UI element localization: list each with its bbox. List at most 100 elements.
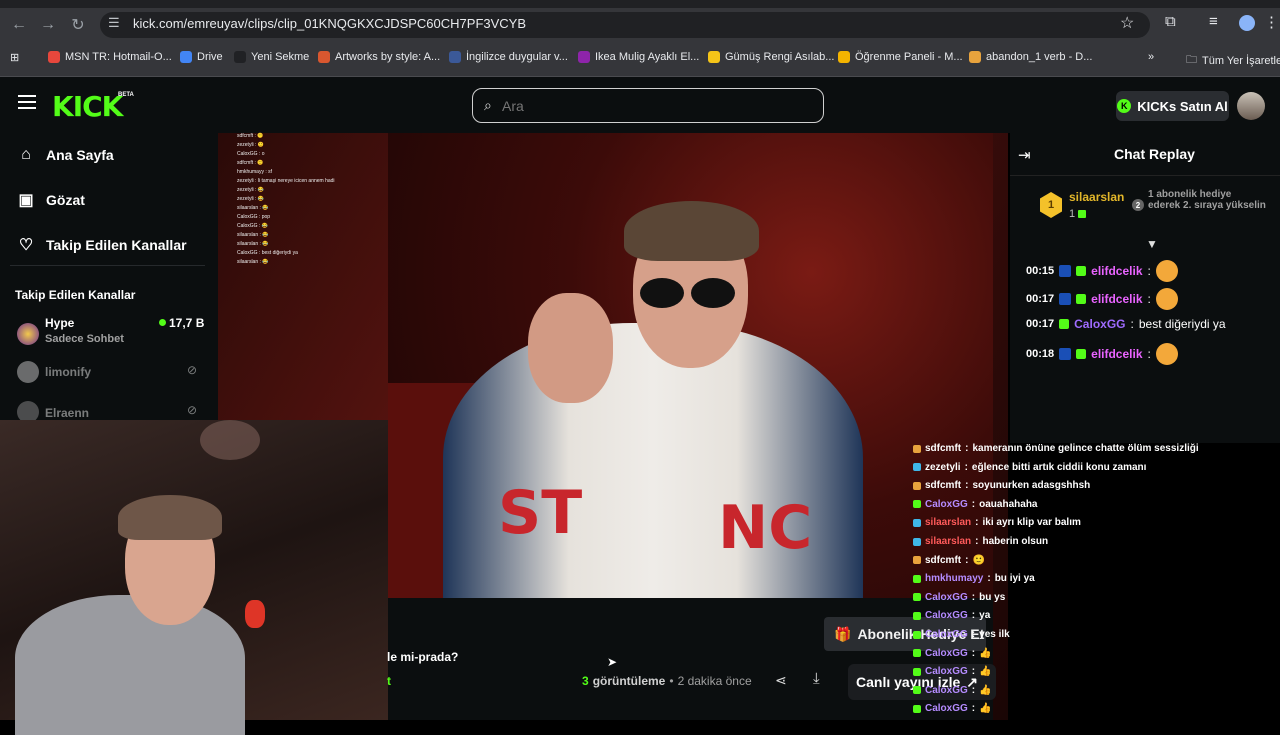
chat-title: Chat Replay — [1114, 146, 1195, 162]
overlay-chat-line: sdfcmft: 🙂 — [913, 555, 985, 566]
mini-chat-line: silaarslan : 😂 — [237, 205, 269, 211]
profile-icon[interactable] — [1239, 15, 1255, 31]
bookmark-item[interactable]: MSN TR: Hotmail-O... — [48, 51, 172, 63]
share-icon[interactable]: ⋖ — [775, 672, 787, 689]
overlay-colon: : — [971, 703, 976, 715]
following-section-title: Takip Edilen Kanallar — [15, 288, 136, 302]
view-count: 3 — [582, 674, 589, 688]
bookmark-label: Artworks by style: A... — [335, 51, 441, 63]
cat-emote-icon — [1155, 260, 1178, 282]
site-info-icon[interactable]: ☰ — [108, 15, 120, 31]
mini-chat-line: zezetyli : 😂 — [237, 196, 265, 202]
sunglasses-left — [640, 278, 684, 308]
chat-username[interactable]: elifdcelik — [1091, 264, 1142, 278]
overlay-username: sdfcmft — [925, 554, 962, 566]
overlay-text: oauahahaha — [979, 498, 1038, 510]
overlay-colon: : — [975, 536, 979, 547]
bookmark-item[interactable]: Artworks by style: A... — [318, 51, 440, 63]
bookmark-star-icon[interactable]: ☆ — [1120, 13, 1134, 33]
chat-message: 00:17 CaloxGG: best diğeriydi ya — [1026, 317, 1226, 331]
buy-kicks-button[interactable]: K KICKs Satın Al — [1116, 91, 1229, 121]
clip-title: le mi-prada? — [387, 650, 459, 664]
sidebar-item-browse[interactable]: ▣ Gözat — [18, 190, 85, 210]
bookmark-item[interactable]: Öğrenme Paneli - M... — [838, 51, 963, 63]
bookmark-item[interactable]: Yeni Sekme — [234, 51, 309, 63]
bookmark-item[interactable]: Drive — [180, 51, 223, 63]
home-icon: ⌂ — [21, 146, 31, 163]
mini-chat-line: sdfcmft : 😶 — [237, 133, 264, 139]
overlay-chat-line: sdfcmft: kameranın önüne gelince chatte ö… — [913, 443, 1199, 454]
collapse-chat-icon[interactable]: ⇥ — [1018, 146, 1031, 164]
overlay-colon: : — [965, 480, 969, 492]
overlay-username: CaloxGG — [925, 610, 968, 622]
folder-icon: 🗀 — [1186, 54, 1197, 66]
mini-chat-line: CaloxGG : best diğeriydi ya — [237, 250, 298, 256]
overlay-badge-icon — [913, 630, 921, 639]
top-gifter-count: 1 — [1069, 208, 1076, 220]
overlay-badge-icon — [913, 649, 921, 658]
channel-avatar — [17, 323, 39, 345]
jacket-letters-right: NC — [718, 493, 813, 563]
bookmark-item[interactable]: abandon_1 verb - D... — [969, 51, 1092, 63]
overlay-chat-line: CaloxGG: yes ilk — [913, 629, 1010, 640]
person-hand — [528, 293, 613, 403]
overlay-text: eğlence bitti artık ciddii konu zamanı — [971, 461, 1147, 473]
url-text[interactable]: kick.com/emreuyav/clips/clip_01KNQGKXCJD… — [133, 16, 526, 31]
chat-username[interactable]: elifdcelik — [1091, 347, 1142, 361]
view-label: görüntüleme — [592, 674, 666, 688]
reload-icon[interactable]: ↻ — [64, 8, 92, 42]
chat-filter-icon[interactable]: ▼ — [1146, 237, 1158, 251]
user-avatar[interactable] — [1237, 92, 1265, 120]
mini-chat-line: silaarslan : 😂 — [237, 241, 269, 247]
apps-icon[interactable]: ⊞ — [10, 51, 19, 64]
mouse-cursor: ➤ — [607, 655, 618, 669]
kick-logo[interactable]: KICK — [52, 90, 123, 123]
chat-colon: : — [1147, 292, 1151, 306]
clip-channel-link[interactable]: t — [387, 674, 391, 688]
kicks-coin-icon: K — [1117, 99, 1132, 113]
browse-icon: ▣ — [18, 192, 34, 209]
overlay-badge-icon — [913, 611, 921, 620]
menu-icon[interactable]: ⋮ — [1264, 13, 1279, 31]
overlay-text: 🙂 — [972, 554, 985, 566]
bookmark-favicon-icon — [234, 51, 246, 63]
sidebar-item-label: Gözat — [46, 192, 85, 208]
overlay-badge-icon — [913, 463, 921, 472]
overlay-badge-icon — [913, 686, 921, 695]
download-icon[interactable]: ⤓ — [813, 670, 820, 687]
bookmark-item[interactable]: Gümüş Rengi Asılab... — [708, 51, 834, 63]
more-bookmarks-icon[interactable]: » — [1148, 51, 1154, 63]
chat-username[interactable]: elifdcelik — [1091, 292, 1142, 306]
overlay-badge-icon — [913, 518, 921, 527]
offline-icon: ⊘ — [187, 363, 198, 377]
lamp-shape — [200, 420, 260, 460]
bookmark-item[interactable]: Ikea Mulig Ayaklı El... — [578, 51, 699, 63]
overlay-text: 👍 — [979, 647, 992, 659]
overlay-username: hmkhumayy — [925, 573, 984, 585]
bookmark-item[interactable]: İngilizce duygular v... — [449, 51, 568, 63]
chat-message: 00:15 elifdcelik: — [1026, 260, 1178, 282]
clip-video-player[interactable]: ST NC — [388, 133, 993, 598]
hamburger-menu-icon[interactable] — [18, 95, 36, 109]
browser-tabstrip — [0, 0, 1280, 8]
sidebar-item-home[interactable]: ⌂ Ana Sayfa — [18, 146, 114, 164]
media-icon[interactable]: ≡ — [1209, 13, 1218, 30]
forward-icon[interactable]: → — [34, 8, 62, 42]
overlay-username: silaarslan — [925, 536, 972, 547]
gift-leaderboard-text: 1 abonelik hediye ederek 2. sıraya yükse… — [1148, 189, 1266, 211]
overlay-badge-icon — [913, 500, 921, 509]
overlay-text: bu ys — [979, 591, 1006, 603]
bookmark-label: Drive — [197, 51, 223, 63]
chat-username[interactable]: CaloxGG — [1074, 317, 1125, 331]
live-dot-icon — [159, 319, 166, 326]
all-bookmarks[interactable]: 🗀 Tüm Yer İşaretle — [1186, 51, 1280, 70]
person-body — [15, 595, 245, 735]
overlay-text: kameranın önüne gelince chatte ölüm sess… — [972, 443, 1199, 454]
bookmark-favicon-icon — [318, 51, 330, 63]
bookmark-label: Öğrenme Paneli - M... — [855, 51, 963, 63]
extensions-icon[interactable]: ⧉ — [1165, 13, 1176, 30]
sidebar-item-following[interactable]: ♡ Takip Edilen Kanallar — [18, 235, 187, 255]
back-icon[interactable]: ← — [5, 8, 33, 42]
top-gifter-name[interactable]: silaarslan — [1069, 190, 1124, 204]
search-input[interactable] — [500, 97, 804, 115]
